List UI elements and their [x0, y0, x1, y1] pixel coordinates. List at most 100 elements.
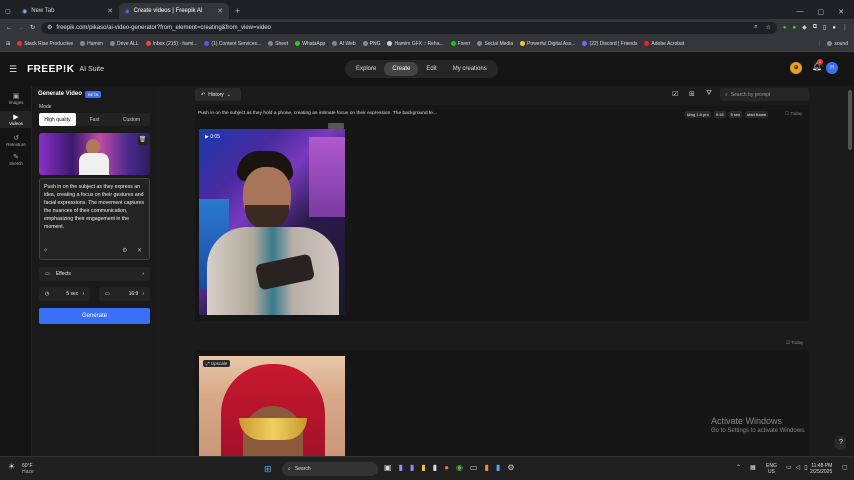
filter-icon[interactable]: ⛛	[706, 90, 712, 98]
page-scrollbar-track[interactable]	[846, 86, 854, 456]
nav-create[interactable]: Create	[384, 62, 419, 76]
play-icon[interactable]: ▶	[205, 134, 209, 140]
illustrator-icon[interactable]: ▮	[485, 463, 489, 472]
bookmark[interactable]: Hamim GFX :: Reha...	[387, 41, 444, 47]
extension-icon[interactable]: ●	[783, 25, 787, 31]
tab-new-tab[interactable]: ◉ New Tab ✕	[16, 3, 119, 19]
video-toolbar[interactable]	[328, 123, 344, 129]
page-scrollbar-thumb[interactable]	[848, 90, 852, 150]
rail-images[interactable]: ▣ Images	[0, 92, 32, 105]
maximize-icon[interactable]: ▢	[818, 8, 825, 16]
user-avatar[interactable]: H	[826, 62, 838, 74]
history-dropdown[interactable]: ↶ History ⌄	[195, 88, 241, 101]
start-frame-thumbnail[interactable]: 🗑︎	[39, 133, 150, 175]
after-effects-icon[interactable]: ▮	[410, 463, 414, 472]
mode-custom[interactable]: Custom	[113, 113, 150, 126]
bookmark[interactable]: (22) Discord | Friends	[582, 41, 637, 47]
settings-gear-icon[interactable]: ⚙	[507, 463, 514, 472]
mode-fast[interactable]: Fast	[76, 113, 113, 126]
clear-prompt-icon[interactable]: ✕	[137, 247, 142, 254]
generate-button[interactable]: Generate	[39, 308, 150, 324]
clock[interactable]: 11:48 PM 2/25/2025	[810, 463, 832, 475]
select-checkbox-icon[interactable]: ☑	[672, 90, 678, 98]
search-icon[interactable]: ⌕	[754, 24, 757, 31]
bookmark[interactable]: Drive ALL	[109, 41, 139, 47]
upscale-badge[interactable]: ⤢ Upscale	[203, 360, 231, 367]
hamburger-menu-icon[interactable]: ☰	[9, 64, 17, 75]
photoshop-icon[interactable]: ▮	[496, 463, 500, 472]
credits-icon[interactable]: ⊕	[790, 62, 802, 74]
magic-wand-icon[interactable]: ✧	[43, 247, 48, 254]
bookmark[interactable]: Social Media	[477, 41, 513, 47]
bookmark[interactable]: PNG	[362, 41, 380, 47]
checkbox-icon[interactable]: ☐	[785, 111, 789, 116]
profile-icon[interactable]: ●	[832, 25, 836, 31]
tray-app-icon[interactable]: ▦	[750, 464, 756, 471]
prompt-textarea[interactable]: Push in on the subject as they express a…	[39, 178, 150, 260]
battery-icon[interactable]: ▯	[804, 464, 807, 471]
generated-image[interactable]: ⤢ Upscale	[199, 356, 345, 456]
network-icon[interactable]: ▭	[786, 464, 792, 471]
apps-grid-icon[interactable]: ⊞	[6, 41, 10, 47]
effects-row[interactable]: ▭ Effects ›	[39, 267, 150, 281]
rail-videos[interactable]: ▶ Videos	[0, 111, 32, 128]
bookmark[interactable]: Inbox (215) - hami...	[145, 41, 197, 47]
settings-icon[interactable]: ⚙	[122, 247, 127, 254]
chrome-icon[interactable]: ◉	[456, 463, 463, 472]
tab-actions-icon[interactable]: ▢	[0, 3, 16, 19]
extension-icon[interactable]: ●	[793, 25, 797, 31]
mode-high-quality[interactable]: High quality	[39, 113, 76, 126]
input-language[interactable]: ENG US	[766, 463, 777, 475]
freepik-logo[interactable]: FREEP!K	[27, 64, 74, 75]
aspect-ratio-selector[interactable]: ▭ 16:9 ›	[99, 287, 150, 301]
file-explorer-icon[interactable]: ▮	[421, 463, 425, 472]
url-field[interactable]: ⚙ freepik.com/pikaso/ai-video-generator?…	[41, 21, 777, 34]
search-by-prompt-input[interactable]: ⌕ Search by prompt	[720, 88, 809, 101]
premiere-icon[interactable]: ▮	[399, 463, 403, 472]
delete-frame-icon[interactable]: 🗑︎	[138, 136, 147, 145]
star-icon[interactable]: ☆	[766, 24, 771, 31]
duration-selector[interactable]: ◷ 5 sec ›	[39, 287, 90, 301]
weather-widget[interactable]: 60°F Haze	[22, 463, 34, 475]
nav-my-creations[interactable]: My creations	[445, 62, 495, 76]
bookmark[interactable]: Adobe Acrobat	[644, 41, 684, 47]
bookmark[interactable]: Hamim	[80, 41, 103, 47]
bookmark[interactable]: Fiverr	[450, 41, 470, 47]
bookmark[interactable]: Stack Rise Productive	[17, 41, 73, 47]
task-view-icon[interactable]: ▣	[384, 463, 392, 472]
back-icon[interactable]: ←	[6, 25, 12, 31]
notifications-icon[interactable]: ▢	[842, 464, 848, 471]
firefox-icon[interactable]: ●	[444, 463, 449, 472]
grid-view-icon[interactable]: ⊞	[689, 90, 695, 98]
close-tab-icon[interactable]: ✕	[217, 7, 223, 15]
tray-chevron-up-icon[interactable]: ⌃	[736, 464, 741, 471]
menu-kebab-icon[interactable]: ⋮	[842, 24, 848, 31]
store-icon[interactable]: ▮	[433, 463, 437, 472]
close-tab-icon[interactable]: ✕	[107, 7, 113, 15]
forward-icon[interactable]: →	[18, 25, 24, 31]
checkbox-icon[interactable]: ☑	[786, 340, 790, 345]
bookmark[interactable]: AI Web	[332, 41, 356, 47]
tab-freepik[interactable]: ◆ Create videos | Freepik AI ✕	[119, 3, 229, 19]
nav-edit[interactable]: Edit	[418, 62, 444, 76]
minimize-icon[interactable]: —	[797, 8, 804, 16]
bookmark[interactable]: Sheet	[268, 41, 288, 47]
generation-prompt[interactable]: Push in on the subject as they hold a ph…	[198, 111, 437, 116]
rail-retexture[interactable]: ↺ Retexture	[0, 134, 32, 147]
bookmark[interactable]: (1) Content Services...	[204, 41, 261, 47]
extensions-puzzle-icon[interactable]: ⧉	[813, 24, 817, 31]
bookmark[interactable]: Powerful Digital Ass...	[520, 41, 575, 47]
rail-sketch[interactable]: ✎ Sketch	[0, 153, 32, 166]
volume-icon[interactable]: ◁	[796, 464, 801, 471]
bookmark[interactable]: WhatsApp	[295, 41, 325, 47]
windows-start-icon[interactable]: ⊞	[264, 464, 272, 475]
sidepanel-icon[interactable]: ▯	[823, 24, 826, 31]
close-window-icon[interactable]: ✕	[838, 8, 844, 16]
reload-icon[interactable]: ↻	[30, 24, 35, 31]
weather-icon[interactable]: ☀	[8, 462, 15, 471]
nav-explore[interactable]: Explore	[348, 62, 384, 76]
taskbar-search[interactable]: ⌕ Search	[282, 462, 378, 476]
bookmark-folder-sound[interactable]: sound	[827, 41, 848, 47]
monitor-icon[interactable]: ▭	[470, 463, 478, 472]
new-tab-button[interactable]: +	[229, 3, 246, 19]
